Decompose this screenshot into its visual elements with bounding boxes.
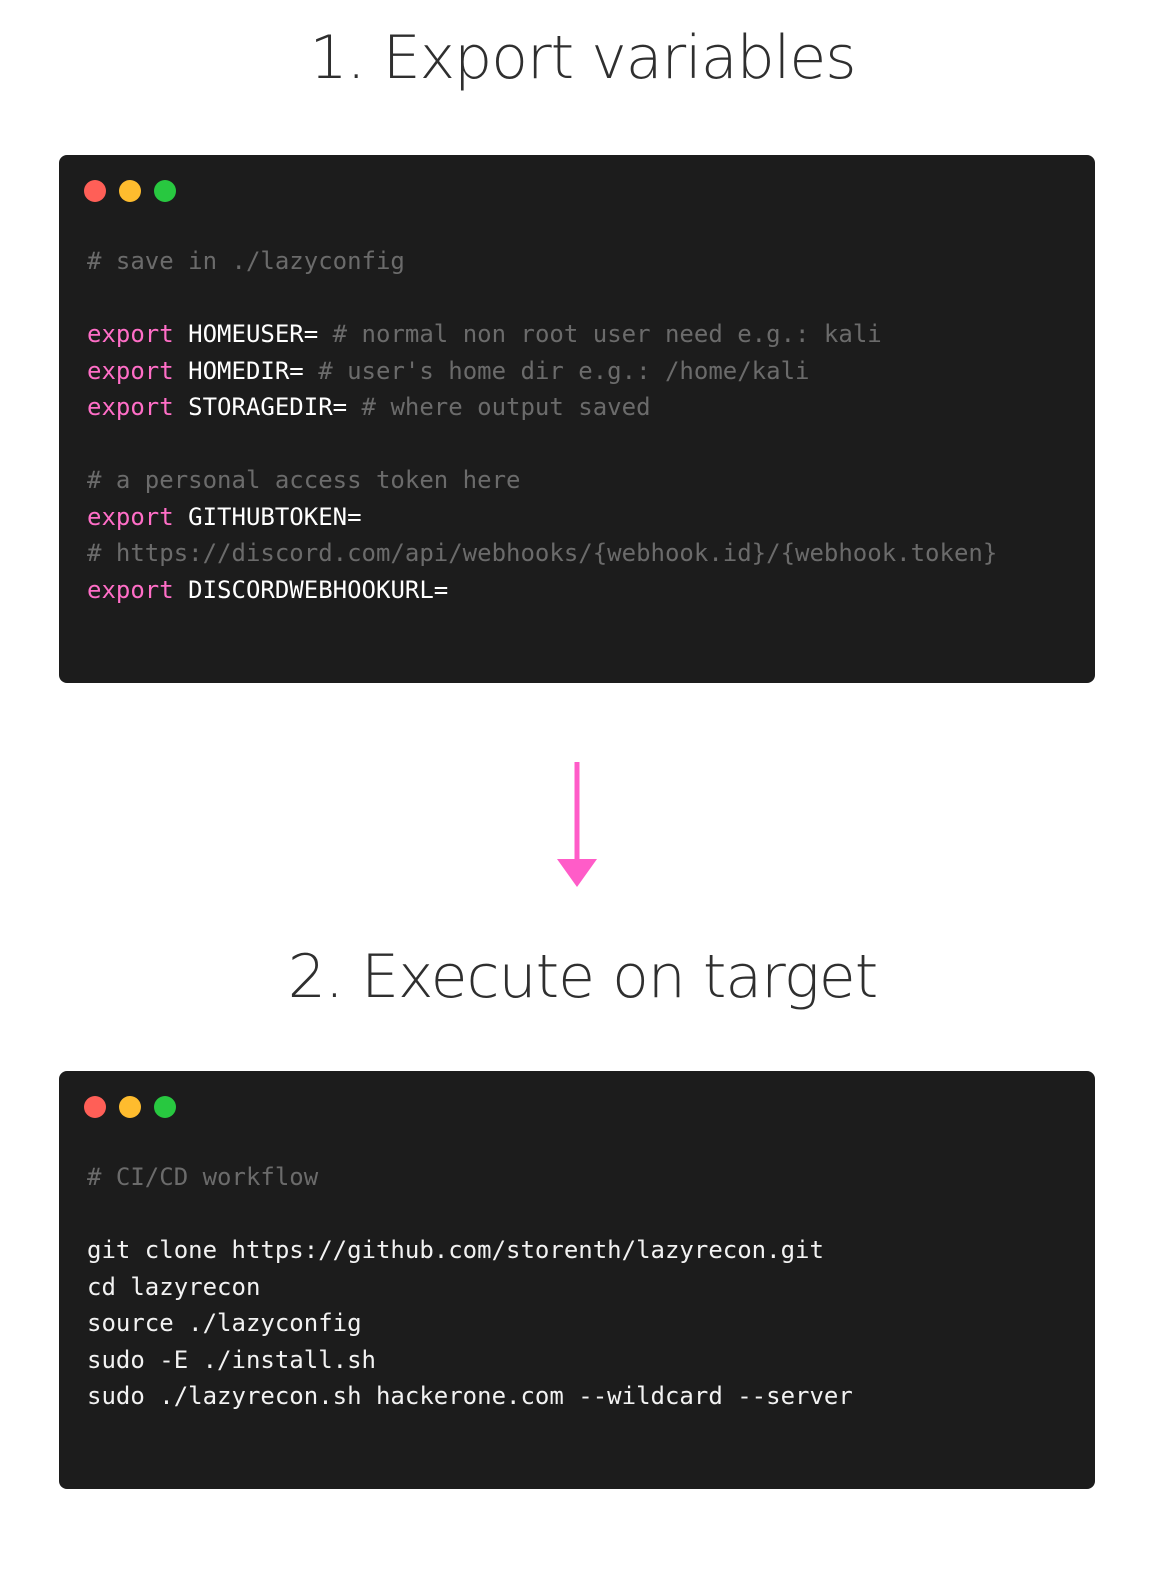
code-command: sudo -E ./install.sh (87, 1345, 376, 1374)
code-line: cd lazyrecon (87, 1269, 853, 1306)
code-command: source ./lazyconfig (87, 1309, 362, 1337)
code-comment: # where output saved (347, 393, 651, 421)
code-comment: # save in ./lazyconfig (87, 247, 405, 275)
down-arrow-icon (557, 762, 597, 887)
code-line: # https://discord.com/api/webhooks/{webh… (87, 535, 997, 572)
close-dot-icon (84, 1096, 106, 1118)
code-command: sudo ./lazyrecon.sh hackerone.com --wild… (87, 1382, 853, 1410)
code-keyword: export (87, 320, 174, 348)
code-line: # save in ./lazyconfig (87, 243, 997, 280)
code-comment: # user's home dir e.g.: /home/kali (303, 356, 810, 385)
code-line: git clone https://github.com/storenth/la… (87, 1232, 853, 1269)
code-block-execute-on-target: # CI/CD workflow git clone https://github… (87, 1159, 853, 1415)
code-comment: # a personal access token here (87, 466, 521, 494)
step-1-title: 1. Export variables (309, 23, 856, 93)
code-variable: STORAGEDIR= (173, 393, 348, 421)
code-variable: HOMEDIR= (173, 356, 304, 385)
code-keyword: export (87, 356, 174, 385)
code-window-execute-on-target: # CI/CD workflow git clone https://github… (59, 1071, 1095, 1489)
code-line: sudo -E ./install.sh (87, 1342, 853, 1379)
code-variable: HOMEUSER= (173, 320, 319, 348)
code-line: export HOMEDIR= # user's home dir e.g.: … (87, 353, 997, 390)
code-keyword: export (87, 502, 174, 531)
code-comment: # https://discord.com/api/webhooks/{webh… (87, 539, 998, 567)
code-line: export DISCORDWEBHOOKURL= (87, 572, 997, 609)
code-command: git clone https://github.com/storenth/la… (87, 1236, 824, 1264)
code-line: source ./lazyconfig (87, 1305, 853, 1342)
code-comment: # CI/CD workflow (87, 1163, 319, 1191)
minimize-dot-icon (119, 1096, 141, 1118)
maximize-dot-icon (154, 180, 176, 202)
code-line: # a personal access token here (87, 462, 997, 499)
step-2-title: 2. Execute on target (287, 942, 879, 1012)
code-line: sudo ./lazyrecon.sh hackerone.com --wild… (87, 1378, 853, 1415)
code-line: # CI/CD workflow (87, 1159, 853, 1196)
code-comment: # normal non root user need e.g.: kali (318, 320, 882, 348)
code-line: export GITHUBTOKEN= (87, 499, 997, 536)
code-block-export-variables: # save in ./lazyconfig export HOMEUSER= #… (87, 243, 997, 608)
maximize-dot-icon (154, 1096, 176, 1118)
code-line: export HOMEUSER= # normal non root user … (87, 316, 997, 353)
code-variable: DISCORDWEBHOOKURL= (173, 575, 449, 604)
close-dot-icon (84, 180, 106, 202)
code-keyword: export (87, 575, 174, 604)
code-window-export-variables: # save in ./lazyconfig export HOMEUSER= #… (59, 155, 1095, 683)
code-line: export STORAGEDIR= # where output saved (87, 389, 997, 426)
minimize-dot-icon (119, 180, 141, 202)
code-variable: GITHUBTOKEN= (173, 502, 362, 531)
code-command: cd lazyrecon (87, 1272, 261, 1301)
code-keyword: export (87, 393, 174, 421)
